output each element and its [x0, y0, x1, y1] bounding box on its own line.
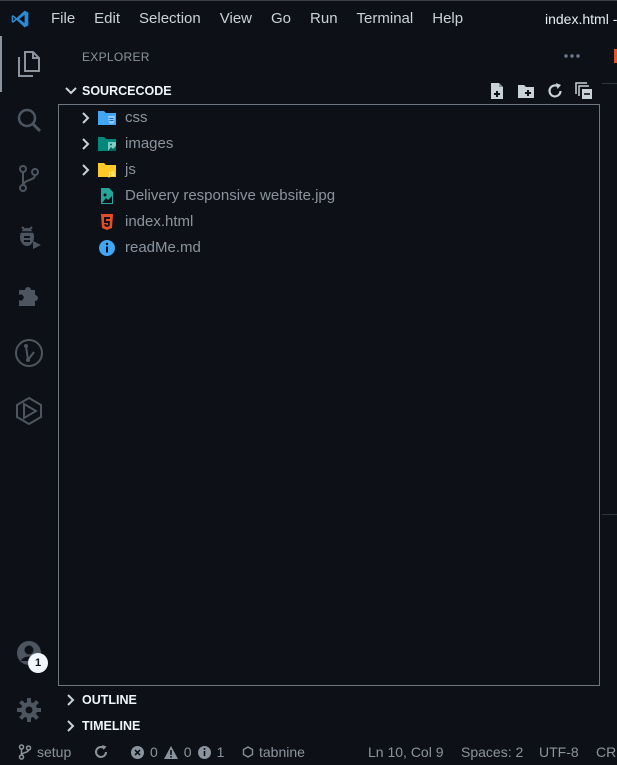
sync-icon [95, 745, 107, 758]
indentation-status[interactable]: Spaces: 2 [461, 739, 523, 765]
tree-item-index-html[interactable]: index.html [59, 209, 599, 235]
new-file-icon[interactable] [487, 81, 507, 101]
warning-icon [163, 745, 178, 759]
tabnine-status[interactable]: tabnine [242, 739, 305, 765]
activity-bar: 1 [0, 36, 58, 739]
sidebar-title: EXPLORER [82, 50, 150, 64]
chevron-right-icon [78, 157, 94, 183]
encoding-label: UTF-8 [539, 744, 579, 760]
refresh-icon[interactable] [545, 81, 565, 101]
divider [602, 514, 617, 515]
chevron-right-icon [60, 694, 82, 706]
live-share-icon[interactable] [0, 387, 58, 435]
folder-actions [487, 78, 594, 104]
error-count: 0 [150, 744, 158, 760]
tree-item-css[interactable]: css [59, 105, 599, 131]
image-file-icon [97, 186, 117, 206]
folder-name: SOURCECODE [82, 84, 172, 98]
outline-section-header[interactable]: OUTLINE [58, 687, 602, 713]
info-icon [97, 238, 117, 258]
title-bar: File Edit Selection View Go Run Terminal… [0, 0, 617, 36]
folder-section-header[interactable]: SOURCECODE [58, 78, 602, 104]
git-graph-icon[interactable] [0, 329, 58, 377]
branch-name: setup [37, 744, 72, 760]
error-icon [131, 745, 144, 759]
cursor-position[interactable]: Ln 10, Col 9 [368, 739, 444, 765]
tree-item-label: images [125, 135, 174, 152]
info-status-icon [197, 745, 211, 759]
menu-edit[interactable]: Edit [85, 1, 130, 37]
tree-item-image-file[interactable]: Delivery responsive website.jpg [59, 183, 599, 209]
indentation-label: Spaces: 2 [461, 744, 524, 760]
eol-label: CRLF [596, 744, 617, 760]
cursor-position-label: Ln 10, Col 9 [368, 744, 444, 760]
chevron-right-icon [78, 131, 94, 157]
extensions-icon[interactable] [0, 271, 58, 319]
tree-item-label: Delivery responsive website.jpg [125, 187, 336, 204]
explorer-sidebar: EXPLORER SOURCECODE css images JS js Del… [58, 36, 602, 739]
folder-js-icon: JS [97, 160, 117, 180]
folder-images-icon [97, 134, 117, 154]
menu-file[interactable]: File [40, 1, 85, 37]
accounts-icon[interactable] [0, 629, 58, 677]
source-control-icon[interactable] [0, 155, 58, 203]
search-icon[interactable] [0, 97, 58, 145]
accounts-badge: 1 [28, 653, 48, 673]
chevron-right-icon [78, 105, 94, 131]
menu-run[interactable]: Run [301, 1, 348, 37]
sync-button[interactable] [93, 739, 109, 765]
warning-count: 0 [183, 744, 192, 760]
branch-status[interactable]: setup [18, 739, 71, 765]
timeline-section-header[interactable]: TIMELINE [58, 713, 602, 739]
tree-item-js[interactable]: JS js [59, 157, 599, 183]
editor-area [602, 36, 617, 739]
run-debug-icon[interactable] [0, 213, 58, 261]
menu-selection[interactable]: Selection [130, 1, 211, 37]
status-bar: setup 0 0 1 tabnine Ln 10, Col 9 Spaces:… [0, 739, 617, 765]
chevron-down-icon [60, 87, 82, 95]
chevron-right-icon [60, 720, 82, 732]
collapse-all-icon[interactable] [574, 81, 594, 101]
tree-item-images[interactable]: images [59, 131, 599, 157]
menu-help[interactable]: Help [423, 1, 473, 37]
git-branch-icon [18, 744, 32, 760]
window-title: index.html - [545, 11, 617, 27]
tabnine-label: tabnine [259, 744, 305, 760]
menu-terminal[interactable]: Terminal [347, 1, 423, 37]
tree-item-label: readMe.md [125, 239, 201, 256]
file-tree: css images JS js Delivery responsive web… [58, 104, 600, 686]
outline-label: OUTLINE [82, 693, 137, 707]
menu-view[interactable]: View [210, 1, 261, 37]
svg-text:JS: JS [108, 171, 116, 178]
timeline-label: TIMELINE [82, 719, 141, 733]
tree-item-readme[interactable]: readMe.md [59, 235, 599, 261]
gear-icon[interactable] [0, 686, 58, 734]
info-count: 1 [216, 744, 225, 760]
more-actions-icon[interactable] [562, 48, 582, 64]
menu-bar: File Edit Selection View Go Run Terminal… [40, 1, 473, 37]
menu-go[interactable]: Go [262, 1, 301, 37]
tabnine-icon [242, 746, 254, 758]
folder-css-icon [97, 108, 117, 128]
vscode-logo-icon [0, 1, 40, 37]
tree-item-label: js [125, 161, 136, 178]
tree-item-label: css [125, 109, 148, 126]
divider [602, 83, 617, 84]
explorer-icon[interactable] [0, 40, 58, 88]
encoding-status[interactable]: UTF-8 [539, 739, 579, 765]
html5-icon [97, 212, 117, 232]
problems-status[interactable]: 0 0 1 [130, 739, 224, 765]
tree-item-label: index.html [125, 213, 194, 230]
new-folder-icon[interactable] [516, 81, 536, 101]
eol-status[interactable]: CRLF [596, 739, 617, 765]
